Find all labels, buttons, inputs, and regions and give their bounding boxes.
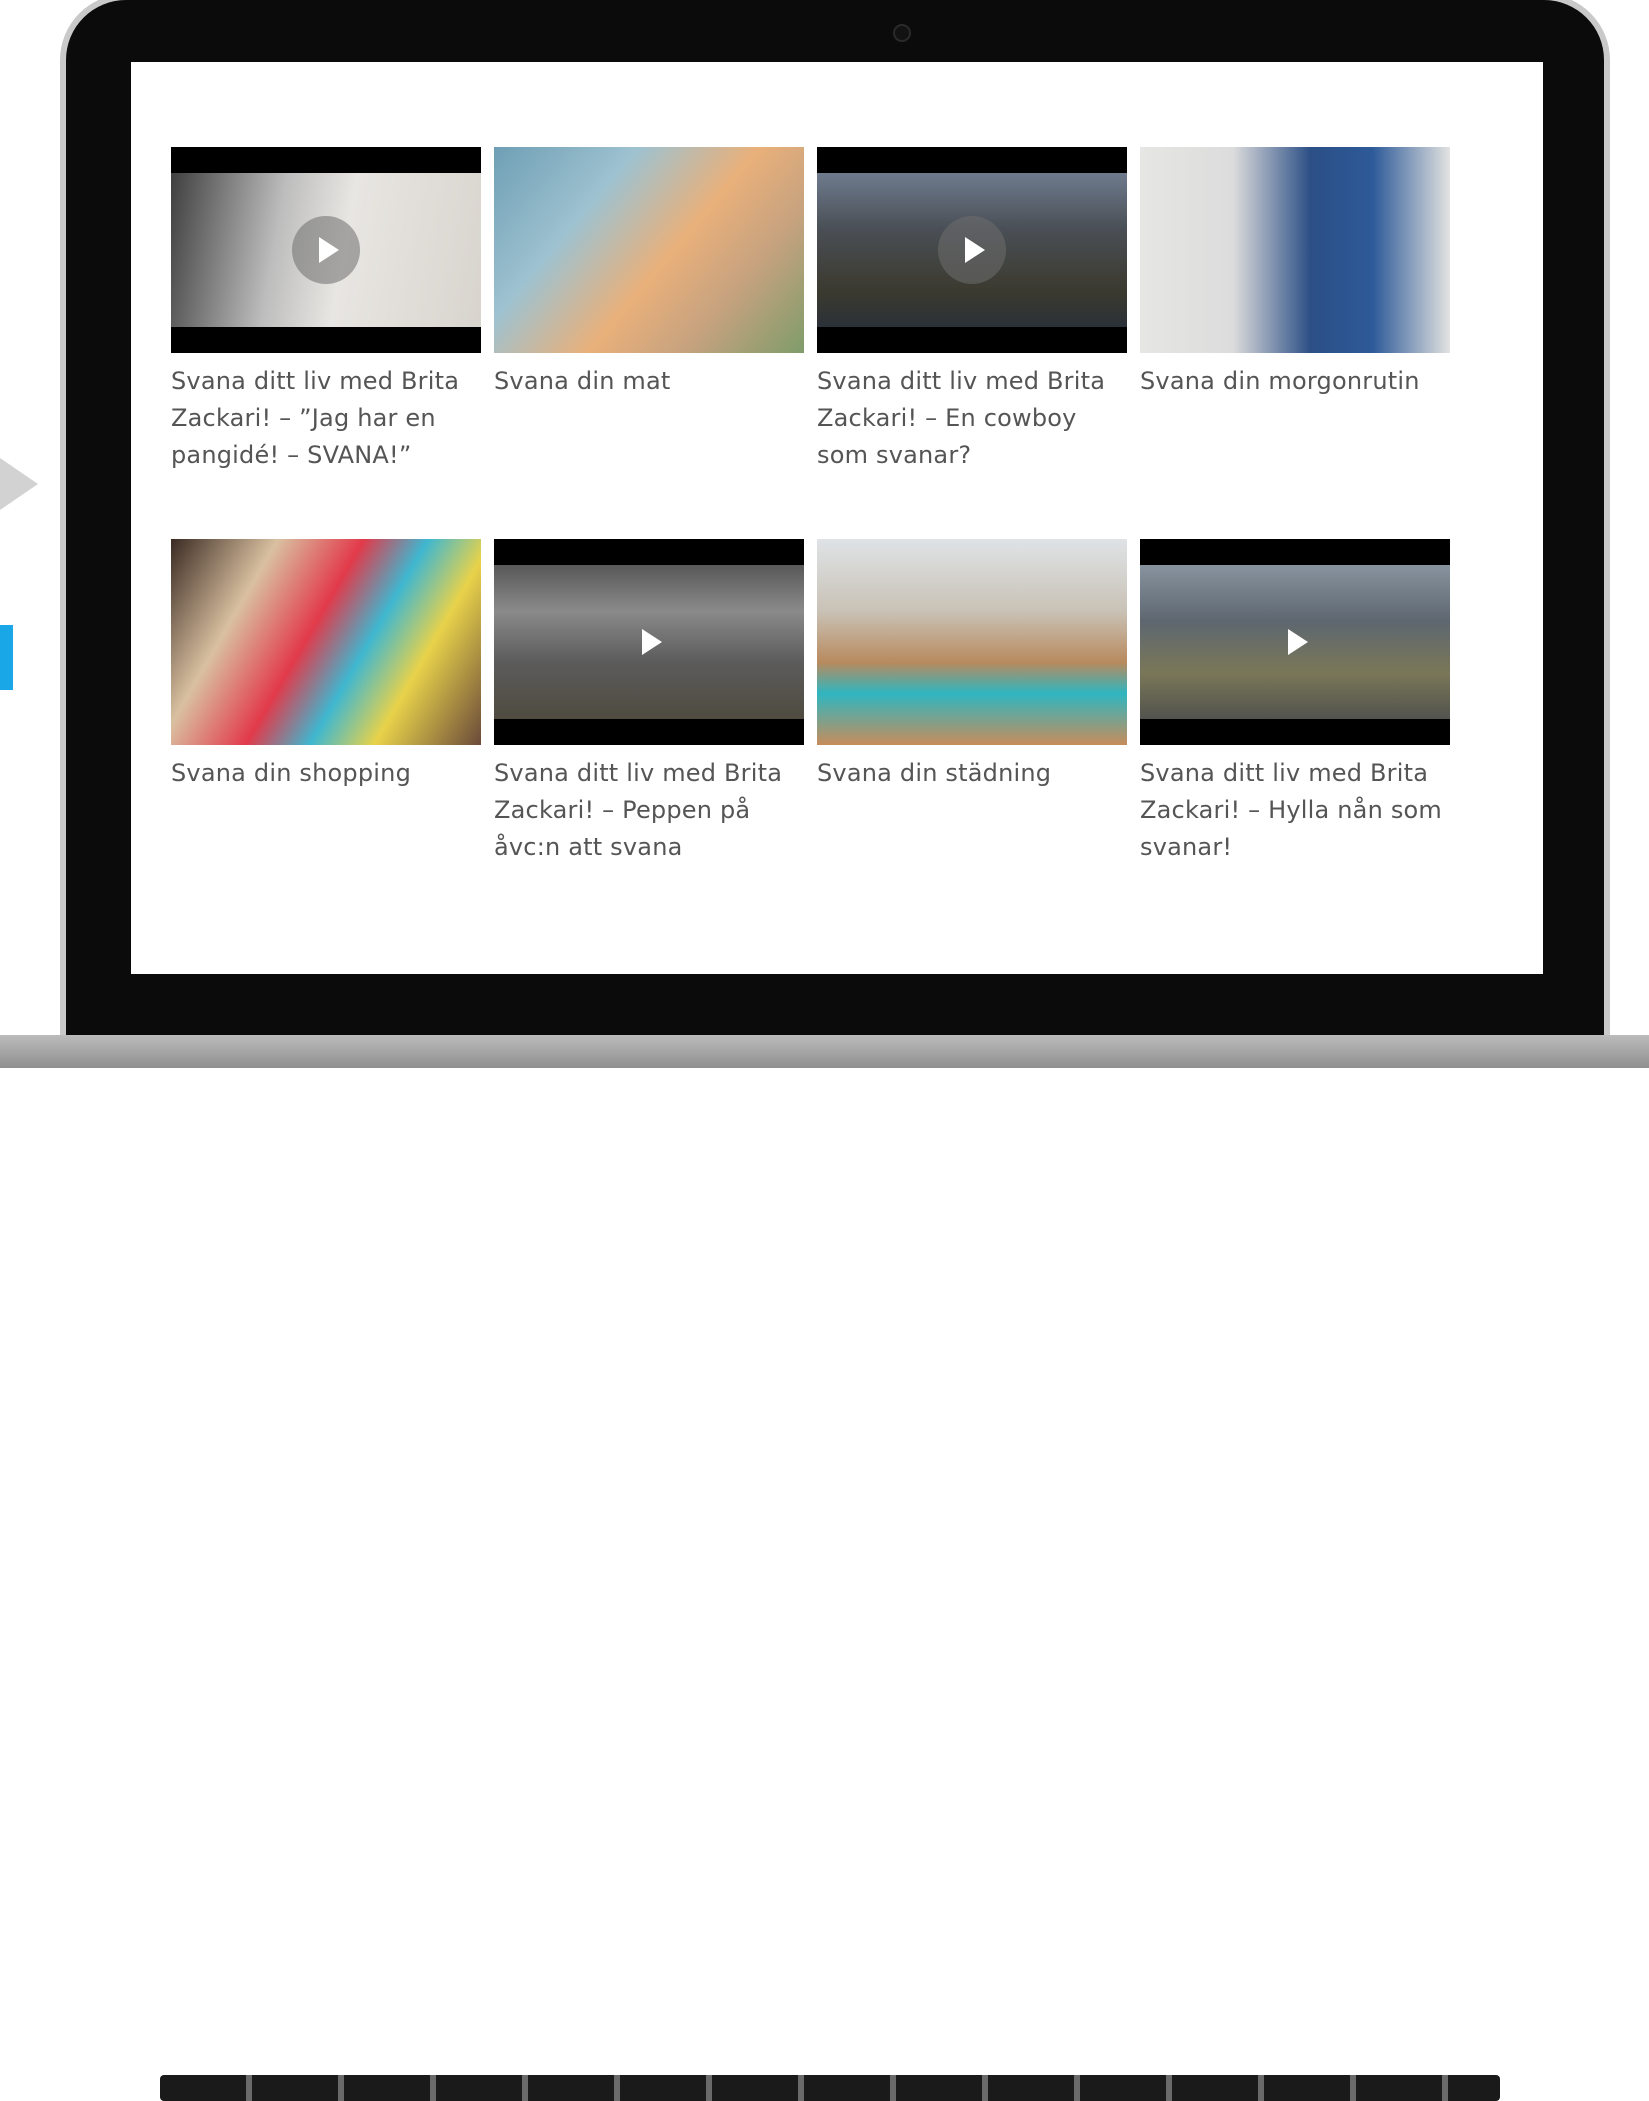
video-title-5[interactable]: Svana din shopping (171, 755, 481, 792)
video-thumbnail-2[interactable] (494, 147, 804, 353)
laptop-base (0, 1035, 1649, 2101)
video-title-1[interactable]: Svana ditt liv med Brita Zackari! – ”Jag… (171, 363, 481, 474)
left-page-arrow-fragment (0, 458, 38, 510)
video-title-2[interactable]: Svana din mat (494, 363, 804, 400)
video-thumbnail-7[interactable] (817, 539, 1127, 745)
video-title-8[interactable]: Svana ditt liv med Brita Zackari! – Hyll… (1140, 755, 1450, 866)
video-thumbnail-3[interactable] (817, 147, 1127, 353)
video-card-5[interactable]: Svana din shopping (171, 539, 481, 792)
video-title-7[interactable]: Svana din städning (817, 755, 1127, 792)
play-icon[interactable] (292, 216, 360, 284)
video-card-3[interactable]: Svana ditt liv med Brita Zackari! – En c… (817, 147, 1127, 474)
camera-icon (893, 24, 911, 42)
laptop-screen: Svana ditt liv med Brita Zackari! – ”Jag… (131, 62, 1543, 974)
play-icon[interactable] (1261, 608, 1329, 676)
keyboard (160, 2075, 1500, 2101)
video-title-6[interactable]: Svana ditt liv med Brita Zackari! – Pepp… (494, 755, 804, 866)
play-icon[interactable] (615, 608, 683, 676)
play-icon[interactable] (938, 216, 1006, 284)
video-thumbnail-6[interactable] (494, 539, 804, 745)
video-card-8[interactable]: Svana ditt liv med Brita Zackari! – Hyll… (1140, 539, 1450, 866)
video-thumbnail-5[interactable] (171, 539, 481, 745)
video-card-6[interactable]: Svana ditt liv med Brita Zackari! – Pepp… (494, 539, 804, 866)
video-card-1[interactable]: Svana ditt liv med Brita Zackari! – ”Jag… (171, 147, 481, 474)
video-thumbnail-8[interactable] (1140, 539, 1450, 745)
video-thumbnail-1[interactable] (171, 147, 481, 353)
video-thumbnail-4[interactable] (1140, 147, 1450, 353)
video-card-4[interactable]: Svana din morgonrutin (1140, 147, 1450, 400)
video-title-4[interactable]: Svana din morgonrutin (1140, 363, 1450, 400)
left-page-tab-fragment (0, 625, 13, 690)
video-title-3[interactable]: Svana ditt liv med Brita Zackari! – En c… (817, 363, 1127, 474)
video-card-7[interactable]: Svana din städning (817, 539, 1127, 792)
video-card-2[interactable]: Svana din mat (494, 147, 804, 400)
